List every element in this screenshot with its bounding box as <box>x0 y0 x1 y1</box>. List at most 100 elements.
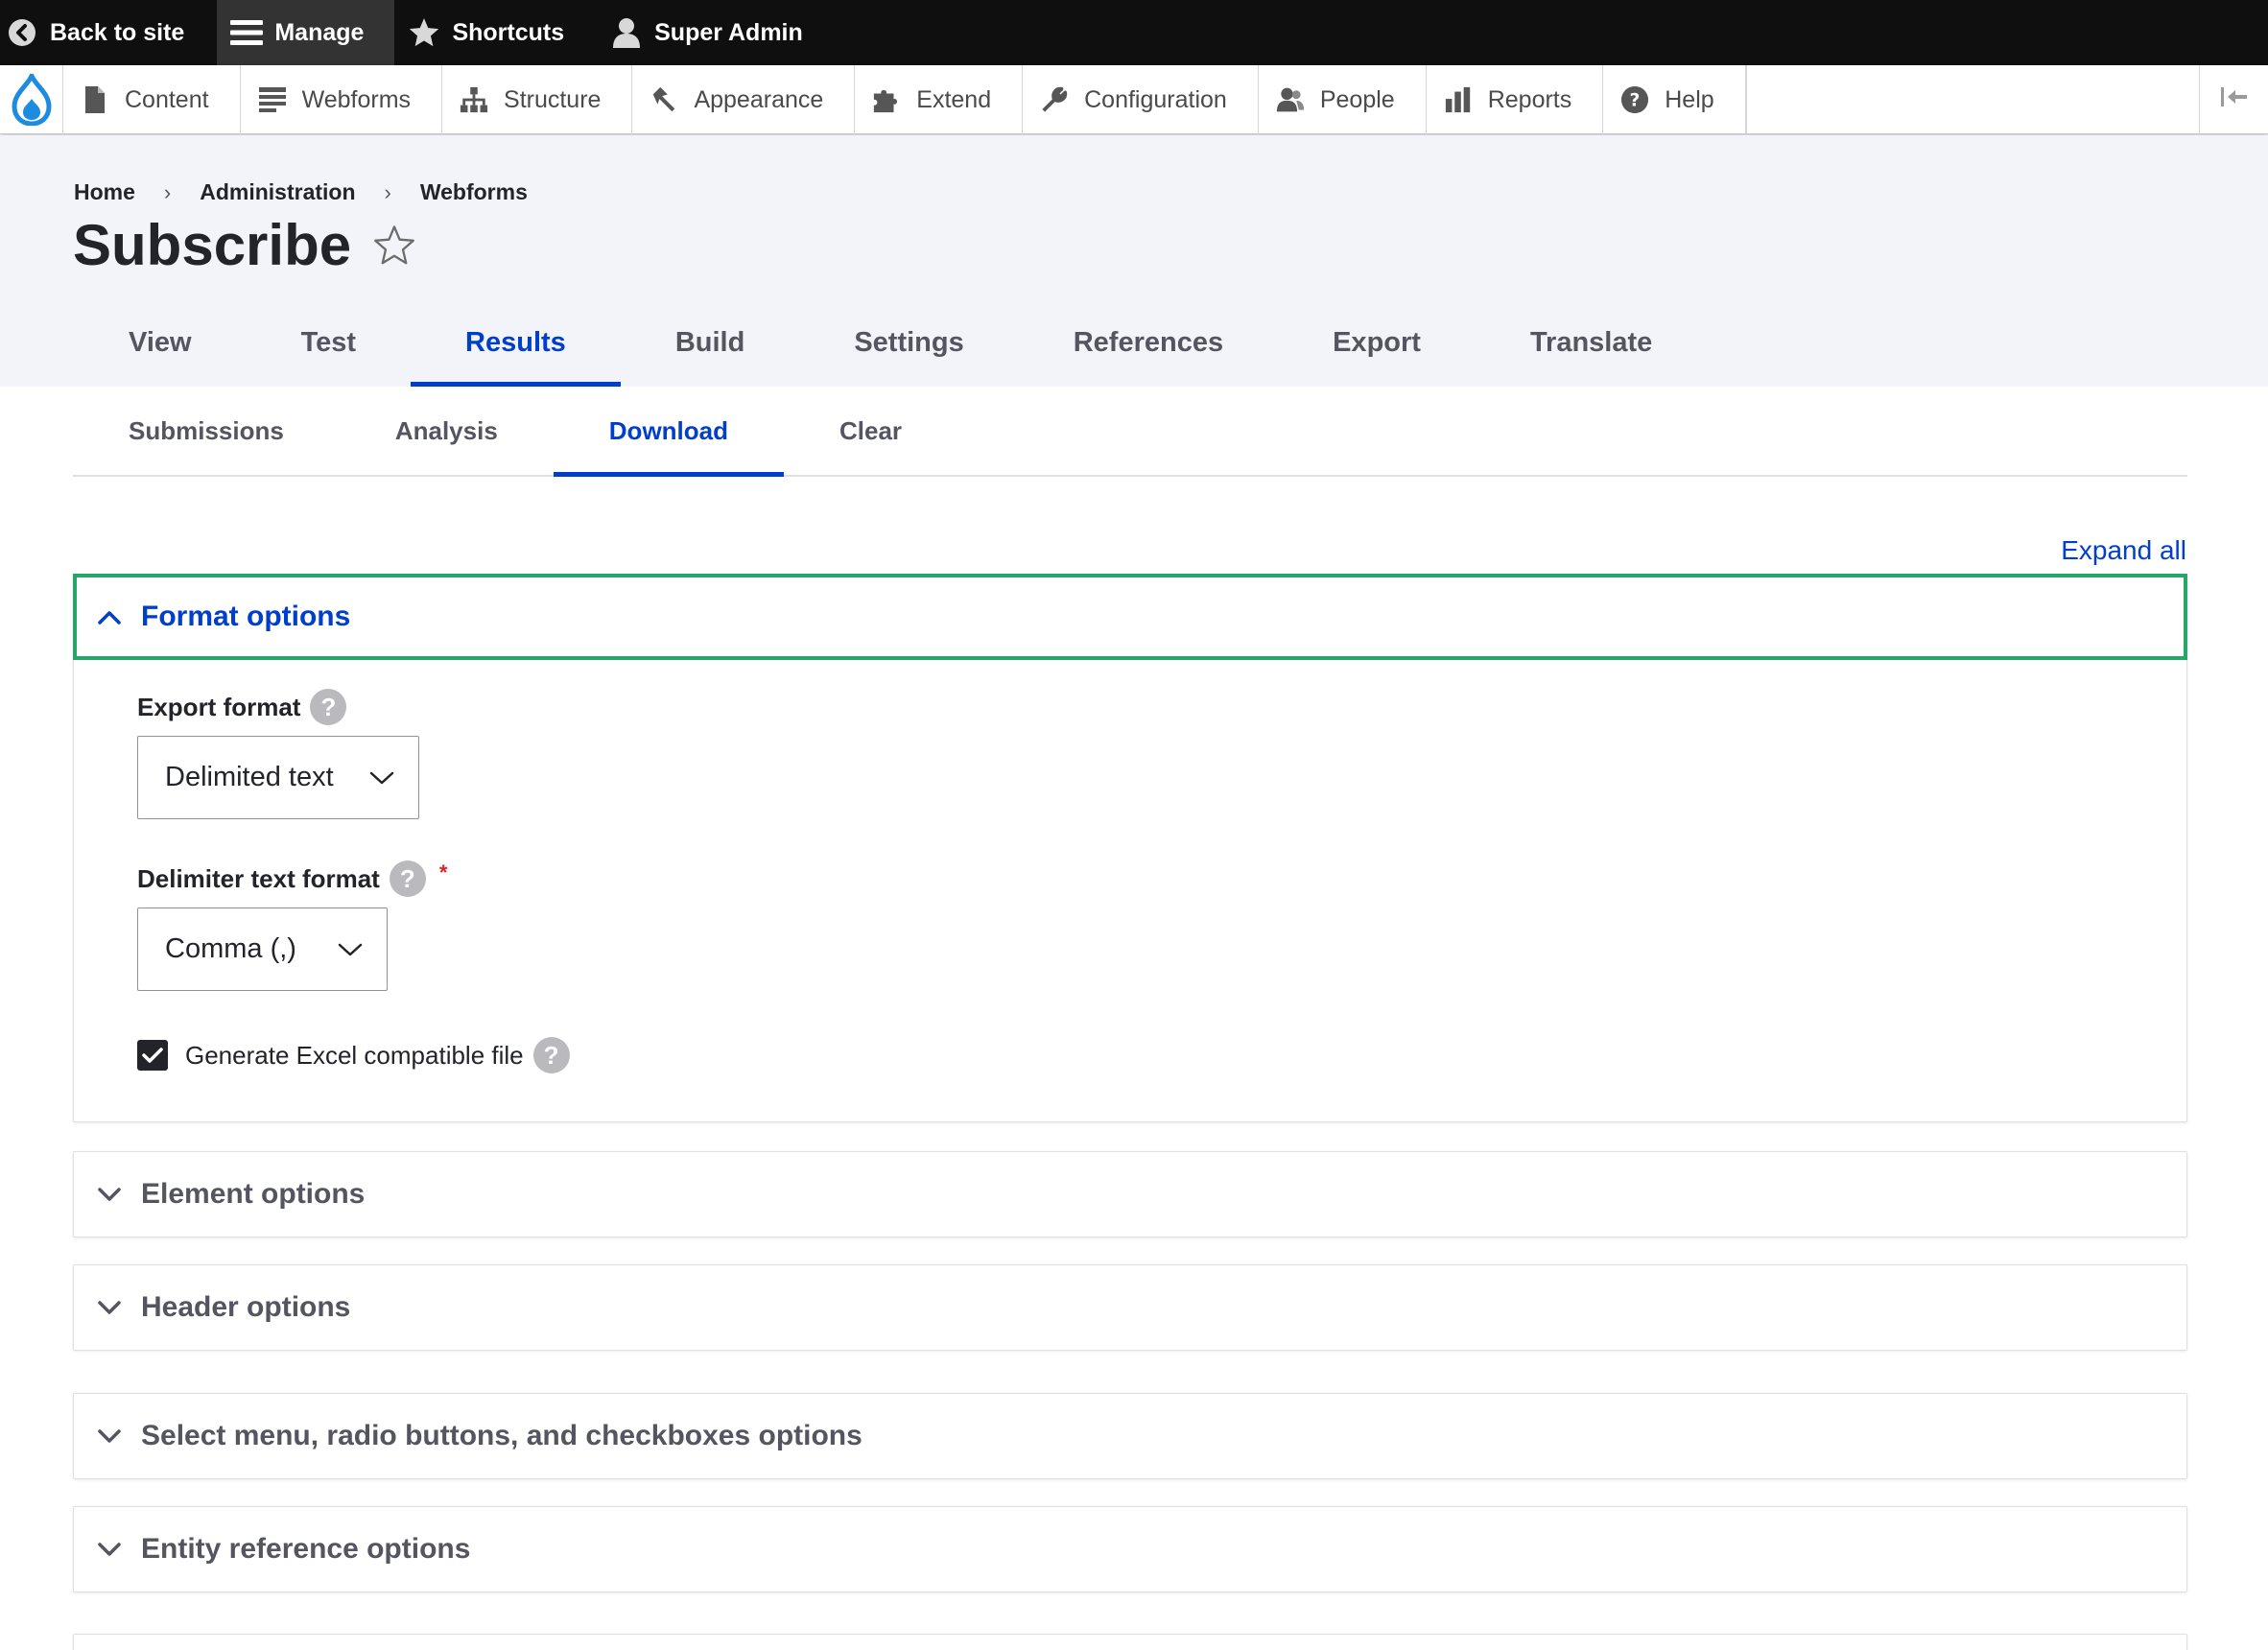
menu-item-label: People <box>1319 85 1395 113</box>
menu-item-help[interactable]: ? Help <box>1603 65 1746 134</box>
help-icon[interactable]: ? <box>310 689 347 725</box>
subtab-clear[interactable]: Clear <box>784 387 957 475</box>
breadcrumb-home[interactable]: Home <box>74 179 135 205</box>
primary-tabs: View Test Results Build Settings Referen… <box>74 298 1707 387</box>
favorite-star-icon[interactable] <box>372 224 416 268</box>
tab-translate[interactable]: Translate <box>1476 298 1707 387</box>
collapse-tray-button[interactable] <box>2199 65 2268 133</box>
tab-view[interactable]: View <box>74 298 247 387</box>
collapse-arrow-icon <box>2220 85 2249 113</box>
element-options-title: Element options <box>141 1178 366 1210</box>
user-icon <box>610 16 643 49</box>
chevron-down-icon <box>95 1535 124 1564</box>
subtab-analysis[interactable]: Analysis <box>340 387 554 475</box>
chevron-up-icon <box>95 602 124 631</box>
menu-item-reports[interactable]: Reports <box>1427 65 1604 134</box>
shortcuts-label: Shortcuts <box>452 18 565 46</box>
list-icon <box>258 85 287 114</box>
breadcrumb-webforms[interactable]: Webforms <box>420 179 528 205</box>
element-options-summary[interactable]: Element options <box>74 1152 2186 1237</box>
back-to-site-label: Back to site <box>50 18 185 46</box>
people-icon <box>1276 85 1305 114</box>
paintbrush-icon <box>650 85 678 114</box>
help-icon[interactable]: ? <box>532 1037 570 1073</box>
tab-references[interactable]: References <box>1019 298 1278 387</box>
tab-results[interactable]: Results <box>411 298 621 387</box>
menu-item-label: Structure <box>504 85 602 113</box>
back-to-site-link[interactable]: Back to site <box>0 0 217 65</box>
menu-item-label: Content <box>125 85 209 113</box>
user-tab[interactable]: Super Admin <box>595 0 824 65</box>
tab-test[interactable]: Test <box>247 298 411 387</box>
menu-item-label: Extend <box>916 85 992 113</box>
star-icon <box>408 16 440 49</box>
select-options-summary[interactable]: Select menu, radio buttons, and checkbox… <box>74 1394 2186 1478</box>
tab-build[interactable]: Build <box>621 298 800 387</box>
user-label: Super Admin <box>654 18 803 46</box>
help-icon: ? <box>1620 85 1649 114</box>
excel-compatible-checkbox[interactable] <box>137 1040 168 1071</box>
svg-text:?: ? <box>1630 91 1641 111</box>
menu-item-structure[interactable]: Structure <box>442 65 633 134</box>
puzzle-icon <box>872 85 901 114</box>
page-header: Home › Administration › Webforms Subscri… <box>0 135 2268 387</box>
breadcrumb-separator: › <box>384 179 391 204</box>
entity-reference-options-title: Entity reference options <box>141 1533 471 1565</box>
menu-item-label: Appearance <box>694 85 824 113</box>
breadcrumb-separator: › <box>163 179 172 204</box>
menu-item-appearance[interactable]: Appearance <box>632 65 856 134</box>
entity-reference-options-panel: Entity reference options <box>73 1506 2187 1592</box>
export-format-select[interactable]: Delimited text <box>137 736 419 819</box>
menu-item-label: Configuration <box>1084 85 1227 113</box>
format-options-title: Format options <box>141 601 351 632</box>
element-options-panel: Element options <box>73 1151 2187 1238</box>
required-marker: * <box>438 860 448 884</box>
tab-settings[interactable]: Settings <box>799 298 1018 387</box>
subtab-download[interactable]: Download <box>553 387 785 477</box>
chevron-down-icon <box>368 765 395 791</box>
subtab-submissions[interactable]: Submissions <box>73 387 340 475</box>
menu-item-extend[interactable]: Extend <box>855 65 1024 134</box>
breadcrumb: Home › Administration › Webforms <box>74 179 528 205</box>
format-options-body: Export format ? Delimited text Delimiter… <box>74 659 2186 1102</box>
header-options-panel: Header options <box>73 1264 2187 1351</box>
admin-toolbar: Back to site Manage Shortcuts Super Admi… <box>0 0 2268 65</box>
menu-item-people[interactable]: People <box>1259 65 1427 134</box>
manage-label: Manage <box>274 18 365 46</box>
breadcrumb-administration[interactable]: Administration <box>200 179 355 205</box>
export-format-label-text: Export format <box>137 692 301 721</box>
next-options-panel <box>73 1634 2187 1650</box>
tray-spacer <box>1745 65 2199 133</box>
excel-compatible-label[interactable]: Generate Excel compatible file <box>185 1041 524 1071</box>
select-options-title: Select menu, radio buttons, and checkbox… <box>141 1420 862 1451</box>
admin-menu-tray: Content Webforms Structure Appearance Ex… <box>0 65 2268 134</box>
chevron-down-icon <box>95 1293 124 1322</box>
wrench-icon <box>1040 85 1069 114</box>
chevron-down-icon <box>95 1180 124 1209</box>
header-options-summary[interactable]: Header options <box>74 1265 2186 1350</box>
shortcuts-tab[interactable]: Shortcuts <box>394 0 595 65</box>
bar-chart-icon <box>1444 85 1473 114</box>
menu-item-configuration[interactable]: Configuration <box>1023 65 1259 134</box>
menu-item-label: Reports <box>1487 85 1572 113</box>
secondary-tabs: Submissions Analysis Download Clear <box>73 387 2187 477</box>
hamburger-icon <box>230 16 264 49</box>
page-title: Subscribe <box>73 212 416 278</box>
export-format-label: Export format ? <box>137 688 2123 726</box>
expand-all-link[interactable]: Expand all <box>2061 535 2186 566</box>
entity-reference-options-summary[interactable]: Entity reference options <box>74 1507 2186 1591</box>
page-title-text: Subscribe <box>73 213 352 277</box>
chevron-down-icon <box>95 1422 124 1450</box>
drupal-logo-icon[interactable] <box>0 65 63 134</box>
manage-tab[interactable]: Manage <box>217 0 395 65</box>
sitemap-icon <box>460 85 488 114</box>
chevron-down-icon <box>337 936 364 963</box>
header-options-title: Header options <box>141 1291 351 1323</box>
format-options-summary[interactable]: Format options <box>73 574 2187 660</box>
help-icon[interactable]: ? <box>389 860 426 897</box>
menu-item-webforms[interactable]: Webforms <box>241 65 443 134</box>
back-arrow-icon <box>6 16 38 49</box>
menu-item-content[interactable]: Content <box>63 65 241 134</box>
tab-export[interactable]: Export <box>1278 298 1476 387</box>
delimiter-format-select[interactable]: Comma (,) <box>137 908 388 991</box>
